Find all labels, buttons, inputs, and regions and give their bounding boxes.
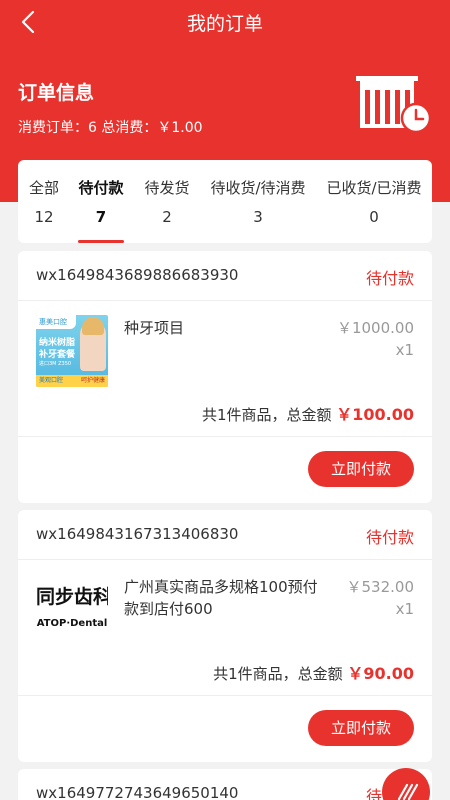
order-card: wx1649843167313406830 待付款 同步齿科 ATOP·Dent… (18, 510, 432, 762)
thumb-logo-cn: 同步齿科 (36, 586, 108, 608)
store-clock-icon (356, 76, 432, 134)
product-quantity: x1 (395, 600, 414, 618)
tab-count: 2 (162, 208, 172, 226)
nav-bar: 我的订单 (0, 0, 450, 44)
tab-label: 待付款 (78, 179, 124, 197)
tab-count: 3 (253, 208, 263, 226)
tab-all[interactable]: 全部 12 (24, 160, 64, 243)
order-total: 共1件商品，总金额 ￥90.00 (213, 660, 414, 684)
total-prefix: 共1件商品，总金额 (213, 665, 348, 683)
order-footer: 立即付款 (18, 696, 432, 760)
product-name: 广州真实商品多规格100预付款到店付600 (124, 578, 318, 618)
order-header: wx1649772743649650140 待付款 (18, 769, 432, 800)
total-amount: ￥90.00 (347, 664, 414, 683)
order-number: wx1649843689886683930 (36, 266, 239, 284)
total-prefix: 共1件商品，总金额 (201, 406, 337, 424)
tab-label: 待收货/待消费 (210, 179, 306, 197)
order-card: wx1649772743649650140 待付款 (18, 769, 432, 800)
order-footer: 立即付款 (18, 437, 432, 501)
pay-now-button[interactable]: 立即付款 (308, 710, 414, 746)
product-price: ￥532.00 (346, 578, 415, 596)
tab-pending-receipt[interactable]: 待收货/待消费 3 (206, 160, 310, 243)
product-price: ￥1000.00 (336, 319, 414, 337)
tab-count: 7 (95, 208, 107, 226)
active-tab-indicator (78, 240, 124, 243)
thumb-line2: 补牙套餐 (39, 350, 76, 360)
order-info-title: 订单信息 (18, 82, 95, 104)
order-status: 待付款 (365, 528, 414, 547)
total-amount: ￥100.00 (336, 405, 414, 424)
order-tabs: 全部 12 待付款 7 待发货 2 待收货/待消费 3 已收货/已消费 0 (18, 160, 432, 243)
product-name: 种牙项目 (124, 319, 185, 337)
thumb-tag2: 呵护健康 (80, 377, 105, 384)
tab-pending-payment[interactable]: 待付款 7 (78, 160, 124, 243)
model-hair (82, 317, 104, 335)
tab-pending-shipment[interactable]: 待发货 2 (142, 160, 192, 243)
order-summary: 消费订单：6 总消费：￥1.00 (18, 120, 203, 136)
order-total: 共1件商品，总金额 ￥100.00 (202, 401, 414, 425)
product-thumbnail: 惠美口腔 纳米树脂 补牙套餐 进口3M Z350 美观口腔 呵护健康 (36, 315, 108, 387)
pay-now-button[interactable]: 立即付款 (308, 451, 414, 487)
thumb-brand: 惠美口腔 (36, 315, 76, 329)
tab-count: 0 (369, 208, 379, 226)
order-header: wx1649843167313406830 待付款 (18, 510, 432, 560)
tab-label: 待发货 (144, 179, 190, 197)
order-item[interactable]: 惠美口腔 纳米树脂 补牙套餐 进口3M Z350 美观口腔 呵护健康 种牙项目 … (18, 301, 432, 437)
order-number: wx1649843167313406830 (36, 525, 239, 543)
order-number: wx1649772743649650140 (36, 784, 239, 800)
thumb-line3: 进口3M Z350 (39, 361, 72, 367)
thumb-tag1: 美观口腔 (39, 377, 64, 384)
slash-lines-icon (397, 783, 419, 800)
page-title: 我的订单 (186, 13, 263, 35)
tab-count: 12 (34, 208, 54, 226)
product-thumbnail: 同步齿科 ATOP·Dental (36, 574, 108, 646)
product-quantity: x1 (395, 341, 414, 359)
tab-label: 已收货/已消费 (326, 179, 422, 197)
order-header: wx1649843689886683930 待付款 (18, 251, 432, 301)
tab-label: 全部 (28, 179, 59, 197)
order-card: wx1649843689886683930 待付款 惠美口腔 纳米树脂 补牙套餐… (18, 251, 432, 503)
order-item[interactable]: 同步齿科 ATOP·Dental 广州真实商品多规格100预付款到店付600 ￥… (18, 560, 432, 696)
order-status: 待付款 (365, 269, 414, 288)
tab-completed[interactable]: 已收货/已消费 0 (322, 160, 426, 243)
thumb-logo-en: ATOP·Dental (36, 618, 108, 629)
